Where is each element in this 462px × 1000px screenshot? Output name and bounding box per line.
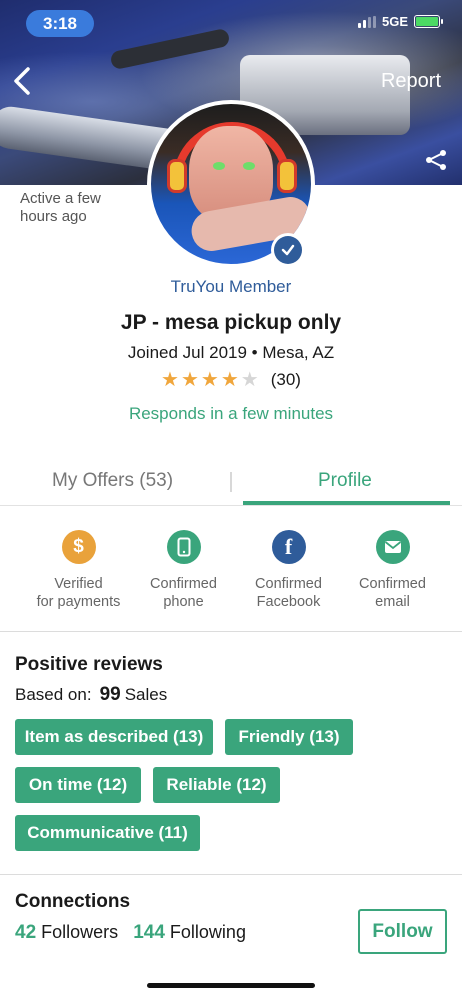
verification-email: Confirmed email [340,530,445,611]
back-button[interactable] [8,64,38,98]
chevron-left-icon [14,67,30,95]
star-icon: ★ [180,369,199,391]
review-tag: Communicative (11) [15,815,200,851]
star-icon: ★ [220,369,239,391]
network-label: 5GE [381,14,408,29]
follow-button[interactable]: Follow [358,909,447,954]
rating[interactable]: ★ ★ ★ ★ ★ (30) [0,369,462,391]
verification-label: Verified for payments [36,576,121,610]
tab-my-offers[interactable]: My Offers (53) [52,470,173,492]
star-icon: ★ [240,369,259,391]
verification-facebook: f Confirmed Facebook [236,530,341,611]
verification-label: Confirmed Facebook [255,576,322,610]
verification-label: Confirmed phone [150,576,217,610]
battery-icon [414,15,443,28]
verification-phone: Confirmed phone [131,530,236,611]
status-indicators: 5GE [357,14,443,29]
review-tag: On time (12) [15,767,141,803]
profile-screen: 3:18 5GE Report Active a few hours ago T… [0,0,462,1000]
tab-profile[interactable]: Profile [318,470,372,492]
email-icon [375,530,410,564]
joined-location: Joined Jul 2019 • Mesa, AZ [127,343,335,362]
based-on: Based on: 99 Sales [15,684,167,706]
sales-count: 99 [99,684,121,705]
section-divider [0,631,462,632]
positive-reviews-title: Positive reviews [15,654,163,675]
report-button[interactable]: Report [381,70,441,93]
phone-icon [166,530,201,564]
active-status: Active a few hours ago [20,190,101,225]
tabs-divider [0,505,462,506]
based-on-label: Based on: [15,685,92,704]
truyou-member-link[interactable]: TruYou Member [0,277,462,297]
connections-title: Connections [15,891,131,912]
star-icon: ★ [200,369,219,391]
followers-label[interactable]: Followers [41,922,118,942]
checkmark-icon [281,244,295,256]
response-time: Responds in a few minutes [128,404,334,423]
facebook-icon: f [271,530,306,564]
sales-label: Sales [124,685,168,704]
status-time: 3:18 [26,10,94,37]
following-label[interactable]: Following [170,922,246,942]
review-tag: Friendly (13) [225,719,353,755]
signal-icon [357,15,376,28]
user-name: JP - mesa pickup only [120,311,342,334]
review-tag: Item as described (13) [15,719,213,755]
verification-label: Confirmed email [359,576,426,610]
connections-counts: 42 Followers 144 Following [15,922,246,944]
rating-count: (30) [270,370,301,389]
verification-payments: $ Verified for payments [26,530,131,611]
verified-badge [271,233,305,267]
share-button[interactable] [424,148,448,172]
section-divider [0,874,462,875]
profile-tabs: My Offers (53) Profile [0,458,462,506]
review-tag: Reliable (12) [153,767,280,803]
followers-count[interactable]: 42 [15,922,36,943]
tab-separator [230,472,232,492]
home-indicator[interactable] [147,983,315,988]
share-icon [426,150,446,170]
dollar-icon: $ [61,530,96,564]
following-count[interactable]: 144 [133,922,165,943]
star-icon: ★ [161,369,179,391]
